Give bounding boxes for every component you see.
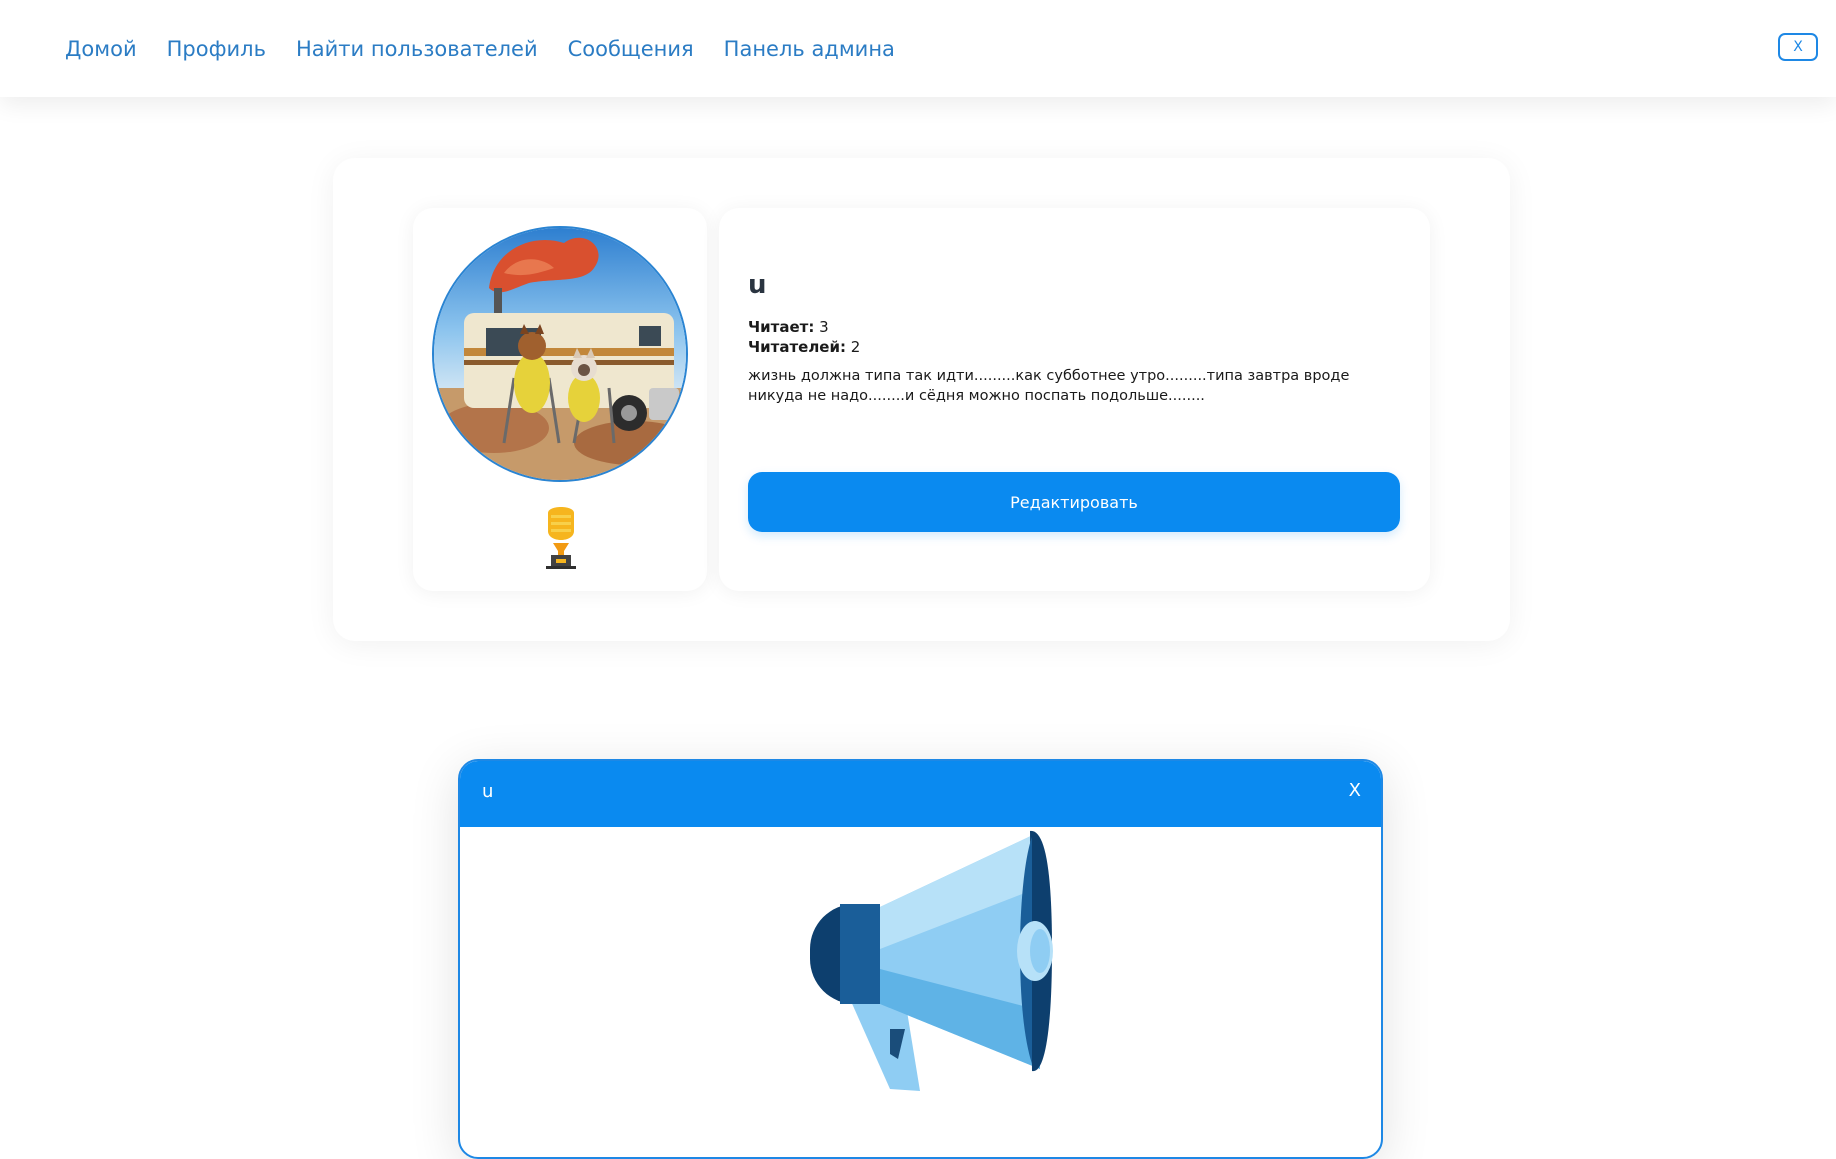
- following-label: Читает:: [748, 318, 815, 336]
- followers-label: Читателей:: [748, 338, 846, 356]
- following-stat: Читает: 3: [748, 318, 829, 336]
- edit-profile-button[interactable]: Редактировать: [748, 472, 1400, 532]
- modal-close-button[interactable]: X: [1349, 780, 1361, 801]
- post-modal: u X: [458, 759, 1383, 1159]
- nav-link-find-users[interactable]: Найти пользователей: [296, 37, 538, 61]
- profile-username: u: [748, 270, 767, 300]
- nav-link-messages[interactable]: Сообщения: [568, 37, 694, 61]
- avatar-card: [413, 208, 707, 591]
- nav-link-home[interactable]: Домой: [65, 37, 137, 61]
- megaphone-icon: [780, 829, 1080, 1103]
- profile-container: u Читает: 3 Читателей: 2 жизнь должна ти…: [333, 158, 1510, 641]
- following-count: 3: [819, 318, 829, 336]
- profile-info-card: u Читает: 3 Читателей: 2 жизнь должна ти…: [719, 208, 1430, 591]
- top-navbar: Домой Профиль Найти пользователей Сообще…: [0, 0, 1836, 97]
- nav-close-button[interactable]: X: [1778, 33, 1818, 61]
- nav-links: Домой Профиль Найти пользователей Сообще…: [65, 0, 925, 97]
- followers-count: 2: [850, 338, 861, 356]
- nav-link-profile[interactable]: Профиль: [167, 37, 266, 61]
- followers-stat: Читателей: 2: [748, 338, 860, 356]
- trophy-icon: [542, 503, 580, 573]
- profile-bio: жизнь должна типа так идти.........как с…: [748, 368, 1350, 404]
- modal-title: u: [482, 781, 494, 802]
- modal-header: u X: [460, 761, 1381, 827]
- avatar: [432, 226, 688, 482]
- nav-link-admin-panel[interactable]: Панель админа: [724, 37, 895, 61]
